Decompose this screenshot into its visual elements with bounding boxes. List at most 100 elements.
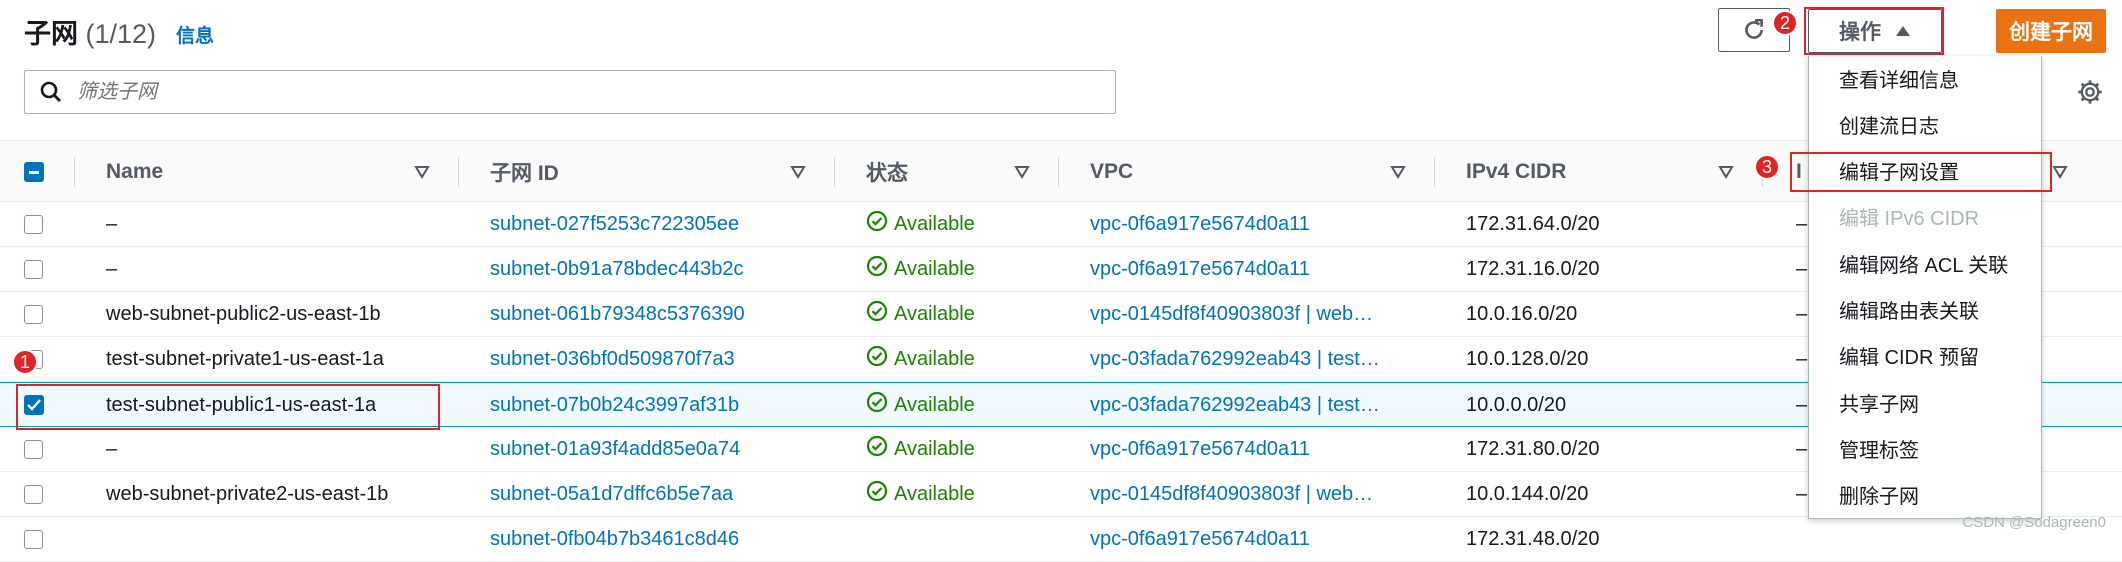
row-checkbox[interactable] (24, 202, 43, 246)
column-header-name[interactable]: Name (106, 141, 163, 203)
cell-ipv6: – (1796, 247, 1807, 291)
menu-item[interactable]: 编辑 CIDR 预留 (1809, 334, 2043, 378)
menu-item[interactable]: 编辑网络 ACL 关联 (1809, 241, 2043, 285)
status-available-icon (866, 435, 888, 463)
cell-vpc[interactable]: vpc-03fada762992eab43 | test… (1090, 337, 1380, 381)
select-all-checkbox[interactable] (24, 141, 44, 203)
column-header-subnet-id[interactable]: 子网 ID (490, 141, 559, 203)
info-link[interactable]: 信息 (176, 21, 214, 48)
sort-icon[interactable] (1718, 165, 1734, 179)
cell-vpc[interactable]: vpc-0f6a917e5674d0a11 (1090, 427, 1310, 471)
row-checkbox[interactable] (24, 472, 43, 516)
cell-cidr-text: 172.31.48.0/20 (1466, 527, 1600, 550)
menu-item[interactable]: 编辑路由表关联 (1809, 288, 2043, 332)
cell-vpc[interactable]: vpc-03fada762992eab43 | test… (1090, 383, 1380, 427)
cell-status-text: Available (894, 437, 975, 460)
table-row[interactable]: subnet-0fb04b7b3461c8d46 vpc-0f6a917e5674… (0, 517, 2122, 562)
status-available-icon (866, 345, 888, 373)
cell-cidr-text: 172.31.16.0/20 (1466, 257, 1600, 280)
cell-ipv6: – (1796, 427, 1807, 471)
cell-id-text: subnet-027f5253c722305ee (490, 212, 740, 235)
cell-ipv6-text: – (1796, 393, 1808, 416)
menu-item[interactable]: 查看详细信息 (1809, 56, 2043, 100)
menu-item[interactable]: 共享子网 (1809, 380, 2043, 424)
cell-id[interactable]: subnet-027f5253c722305ee (490, 202, 739, 246)
table-row[interactable]: – subnet-0b91a78bdec443b2c Available vpc-0f… (0, 247, 2122, 292)
cell-vpc[interactable]: vpc-0f6a917e5674d0a11 (1090, 517, 1310, 561)
cell-name-text: web-subnet-public2-us-east-1b (106, 302, 381, 325)
sort-icon[interactable] (1014, 165, 1030, 179)
annotation-box-selected-row (16, 384, 440, 430)
cell-id[interactable]: subnet-0b91a78bdec443b2c (490, 247, 744, 291)
cell-name-text: – (106, 212, 118, 235)
cell-cidr-text: 10.0.0.0/20 (1466, 393, 1567, 416)
cell-id-text: subnet-036bf0d509870f7a3 (490, 347, 735, 370)
cell-name-text: – (106, 257, 118, 280)
cell-id[interactable]: subnet-061b79348c5376390 (490, 292, 745, 336)
cell-cidr: 172.31.64.0/20 (1466, 202, 1599, 246)
cell-cidr-text: 10.0.144.0/20 (1466, 482, 1589, 505)
cell-cidr-text: 172.31.80.0/20 (1466, 437, 1600, 460)
row-checkbox[interactable] (24, 517, 43, 561)
cell-vpc[interactable]: vpc-0145df8f40903803f | web… (1090, 292, 1373, 336)
table-row[interactable]: test-subnet-private1-us-east-1a subnet-03… (0, 337, 2122, 382)
cell-status: Available (866, 472, 975, 516)
selection-count: (1/12) (85, 19, 157, 49)
cell-status-text: Available (894, 393, 975, 416)
cell-vpc-text: vpc-0f6a917e5674d0a11 (1090, 527, 1310, 550)
cell-ipv6-text: – (1796, 302, 1808, 325)
cell-vpc-text: vpc-0f6a917e5674d0a11 (1090, 437, 1310, 460)
cell-vpc-text: vpc-0f6a917e5674d0a11 (1090, 257, 1310, 280)
row-checkbox[interactable] (24, 292, 43, 336)
status-available-icon (866, 391, 888, 419)
sort-icon[interactable] (790, 165, 806, 179)
cell-ipv6: – (1796, 383, 1807, 427)
cell-id[interactable]: subnet-0fb04b7b3461c8d46 (490, 517, 739, 561)
settings-gear-icon[interactable] (2076, 78, 2104, 106)
cell-ipv6-text: – (1796, 437, 1808, 460)
cell-cidr: 10.0.144.0/20 (1466, 472, 1588, 516)
row-checkbox[interactable] (24, 427, 43, 471)
cell-id[interactable]: subnet-05a1d7dffc6b5e7aa (490, 472, 733, 516)
cell-status: Available (866, 427, 975, 471)
refresh-icon (1745, 18, 1763, 39)
table-row[interactable]: – subnet-027f5253c722305ee Available vpc-0f… (0, 202, 2122, 247)
cell-status: Available (866, 337, 975, 381)
menu-item[interactable]: 创建流日志 (1809, 102, 2043, 146)
cell-vpc[interactable]: vpc-0f6a917e5674d0a11 (1090, 202, 1310, 246)
cell-vpc[interactable]: vpc-0145df8f40903803f | web… (1090, 472, 1373, 516)
cell-id[interactable]: subnet-07b0b24c3997af31b (490, 383, 739, 427)
cell-name: – (106, 247, 117, 291)
cell-cidr: 172.31.48.0/20 (1466, 517, 1599, 561)
annotation-badge-2: 2 (1772, 10, 1798, 36)
cell-vpc-text: vpc-03fada762992eab43 | test… (1090, 347, 1380, 370)
column-header-vpc[interactable]: VPC (1090, 141, 1133, 203)
cell-cidr-text: 10.0.16.0/20 (1466, 302, 1578, 325)
sort-icon[interactable] (1390, 165, 1406, 179)
cell-id-text: subnet-05a1d7dffc6b5e7aa (490, 482, 734, 505)
cell-id[interactable]: subnet-01a93f4add85e0a74 (490, 427, 740, 471)
sort-icon[interactable] (414, 165, 430, 179)
menu-item[interactable]: 删除子网 (1809, 473, 2043, 517)
table-row[interactable]: web-subnet-private2-us-east-1b subnet-05a… (0, 472, 2122, 517)
row-checkbox[interactable] (24, 247, 43, 291)
filter-search[interactable] (24, 70, 1116, 114)
cell-status: Available (866, 202, 975, 246)
sort-icon[interactable] (2052, 165, 2068, 179)
cell-name-text: – (106, 437, 118, 460)
cell-vpc-text: vpc-03fada762992eab43 | test… (1090, 393, 1380, 416)
menu-item[interactable]: 管理标签 (1809, 426, 2043, 470)
cell-vpc-text: vpc-0145df8f40903803f | web… (1090, 302, 1374, 325)
column-header-ipv4-cidr[interactable]: IPv4 CIDR (1466, 141, 1566, 203)
search-input[interactable] (75, 79, 979, 105)
cell-id[interactable]: subnet-036bf0d509870f7a3 (490, 337, 735, 381)
search-icon (40, 81, 61, 102)
cell-id-text: subnet-0b91a78bdec443b2c (490, 257, 744, 280)
cell-id-text: subnet-0fb04b7b3461c8d46 (490, 527, 740, 550)
cell-vpc[interactable]: vpc-0f6a917e5674d0a11 (1090, 247, 1310, 291)
column-header-status[interactable]: 状态 (866, 141, 908, 203)
table-row[interactable]: web-subnet-public2-us-east-1b subnet-061b… (0, 292, 2122, 337)
cell-cidr: 10.0.0.0/20 (1466, 383, 1566, 427)
table-row[interactable]: – subnet-01a93f4add85e0a74 Available vpc-0f… (0, 427, 2122, 472)
create-subnet-button[interactable]: 创建子网 (1996, 9, 2106, 53)
